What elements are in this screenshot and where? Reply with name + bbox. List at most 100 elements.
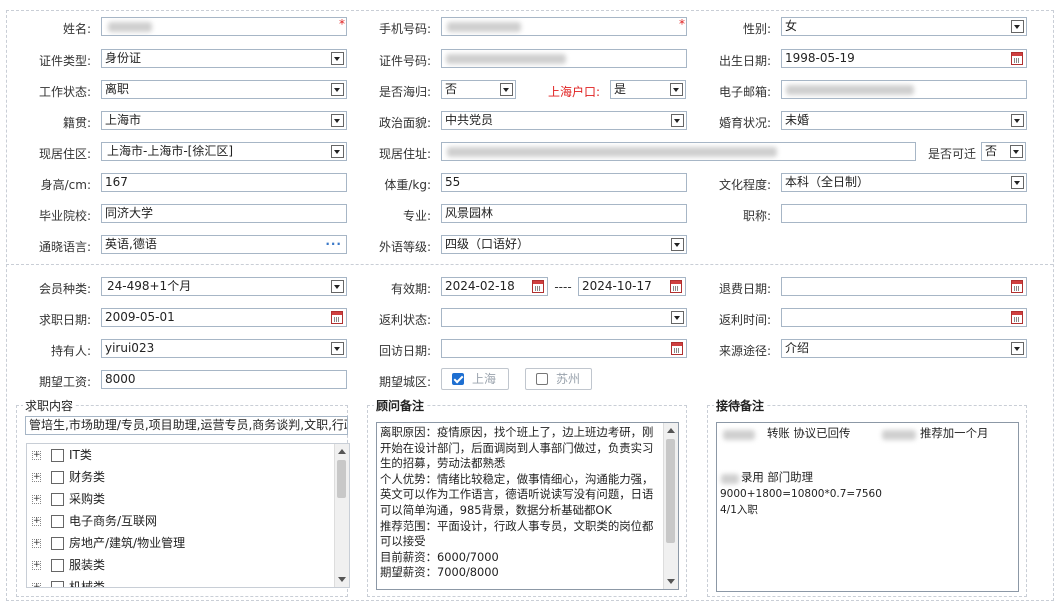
idno-input[interactable] bbox=[441, 49, 687, 68]
school-input[interactable]: 同济大学 bbox=[101, 204, 347, 223]
visit-date-input[interactable] bbox=[441, 339, 687, 358]
title-label: 职称: bbox=[742, 209, 771, 223]
education-select[interactable]: 本科（全日制） bbox=[781, 173, 1027, 192]
job-date-input[interactable]: 2009-05-01 bbox=[101, 308, 347, 327]
checkbox-icon[interactable] bbox=[51, 537, 64, 550]
holder-select[interactable]: yirui023 bbox=[101, 339, 347, 358]
gender-select[interactable]: 女 bbox=[781, 17, 1027, 36]
workstatus-select[interactable]: 离职 bbox=[101, 80, 347, 99]
chevron-down-icon[interactable] bbox=[331, 342, 344, 355]
checkbox-icon[interactable] bbox=[51, 515, 64, 528]
calendar-icon[interactable] bbox=[1011, 280, 1023, 293]
residence-area-select[interactable]: 上海市-上海市-[徐汇区] bbox=[101, 142, 347, 161]
hukou-label: 上海户口: bbox=[547, 85, 600, 99]
required-mark: * bbox=[679, 17, 685, 31]
language-level-select[interactable]: 四级（口语好） bbox=[441, 235, 687, 254]
calendar-icon[interactable] bbox=[532, 280, 544, 293]
language-level-label: 外语等级: bbox=[378, 240, 431, 254]
returnee-select[interactable]: 否 bbox=[441, 80, 516, 99]
city-option-suzhou[interactable]: 苏州 bbox=[525, 368, 592, 390]
major-input[interactable]: 风景园林 bbox=[441, 204, 687, 223]
chevron-down-icon[interactable] bbox=[671, 238, 684, 251]
scroll-thumb[interactable] bbox=[337, 460, 346, 498]
calendar-icon[interactable] bbox=[331, 311, 343, 324]
job-content-title: 求职内容 bbox=[23, 397, 76, 414]
checkbox-checked-icon[interactable] bbox=[452, 373, 464, 385]
salary-input[interactable]: 8000 bbox=[101, 370, 347, 389]
calendar-icon[interactable] bbox=[1011, 311, 1023, 324]
rebate-status-select[interactable] bbox=[441, 308, 687, 327]
expand-icon[interactable]: + bbox=[32, 539, 41, 548]
reception-note-textarea[interactable]: 转账 协议已回传 推荐加一个月 录用 部门助理 9000+1800=10800*… bbox=[716, 422, 1019, 592]
chevron-down-icon[interactable] bbox=[331, 83, 344, 96]
calendar-icon[interactable] bbox=[671, 342, 683, 355]
expand-icon[interactable]: + bbox=[32, 473, 41, 482]
advisor-note-textarea[interactable]: 离职原因：疫情原因，找个班上了，边上班边考研，刚开始在设计部门，后面调岗到人事部… bbox=[376, 422, 679, 590]
chevron-down-icon[interactable] bbox=[1011, 176, 1024, 189]
marital-select[interactable]: 未婚 bbox=[781, 111, 1027, 130]
source-select[interactable]: 介绍 bbox=[781, 339, 1027, 358]
chevron-down-icon[interactable] bbox=[671, 311, 684, 324]
address-input[interactable] bbox=[441, 142, 916, 161]
scroll-up-icon[interactable] bbox=[667, 428, 675, 433]
native-label: 籍贯: bbox=[62, 116, 91, 130]
scroll-up-icon[interactable] bbox=[338, 449, 346, 454]
workstatus-label: 工作状态: bbox=[38, 85, 91, 99]
refund-date-input[interactable] bbox=[781, 277, 1027, 296]
birth-date-input[interactable]: 1998-05-19 bbox=[781, 49, 1027, 68]
chevron-down-icon[interactable] bbox=[500, 83, 513, 96]
advisor-note-scrollbar[interactable] bbox=[663, 423, 678, 589]
valid-from-input[interactable]: 2024-02-18 bbox=[441, 277, 548, 296]
height-input[interactable]: 167 bbox=[101, 173, 347, 192]
language-input[interactable]: 英语,德语 ··· bbox=[101, 235, 347, 254]
chevron-down-icon[interactable] bbox=[1011, 114, 1024, 127]
relocate-select[interactable]: 否 bbox=[981, 142, 1026, 161]
phone-input[interactable]: * bbox=[441, 17, 687, 36]
member-type-select[interactable]: 24-498+1个月 bbox=[101, 277, 347, 296]
checkbox-icon[interactable] bbox=[51, 471, 64, 484]
expand-icon[interactable]: + bbox=[32, 583, 41, 587]
chevron-down-icon[interactable] bbox=[331, 114, 344, 127]
idtype-select[interactable]: 身份证 bbox=[101, 49, 347, 68]
expand-icon[interactable]: + bbox=[32, 517, 41, 526]
tree-scrollbar[interactable] bbox=[334, 444, 349, 587]
calendar-icon[interactable] bbox=[1011, 52, 1023, 65]
checkbox-icon[interactable] bbox=[51, 449, 64, 462]
name-input[interactable]: * bbox=[101, 17, 347, 36]
political-select[interactable]: 中共党员 bbox=[441, 111, 687, 130]
chevron-down-icon[interactable] bbox=[331, 280, 344, 293]
expand-icon[interactable]: + bbox=[32, 495, 41, 504]
checkbox-icon[interactable] bbox=[51, 493, 64, 506]
required-mark: * bbox=[339, 17, 345, 31]
rebate-time-input[interactable] bbox=[781, 308, 1027, 327]
chevron-down-icon[interactable] bbox=[670, 83, 683, 96]
scroll-down-icon[interactable] bbox=[338, 577, 346, 582]
job-content-summary[interactable]: 管培生,市场助理/专员,项目助理,运营专员,商务谈判,文职,行政 bbox=[25, 416, 348, 435]
weight-input[interactable]: 55 bbox=[441, 173, 687, 192]
chevron-down-icon[interactable] bbox=[1010, 145, 1023, 158]
chevron-down-icon[interactable] bbox=[331, 52, 344, 65]
more-icon[interactable]: ··· bbox=[325, 238, 342, 250]
chevron-down-icon[interactable] bbox=[1011, 20, 1024, 33]
chevron-down-icon[interactable] bbox=[1011, 342, 1024, 355]
calendar-icon[interactable] bbox=[670, 280, 682, 293]
language-label: 通晓语言: bbox=[38, 240, 91, 254]
title-input[interactable] bbox=[781, 204, 1027, 223]
checkbox-icon[interactable] bbox=[51, 581, 64, 587]
chevron-down-icon[interactable] bbox=[671, 114, 684, 127]
checkbox-icon[interactable] bbox=[51, 559, 64, 572]
scroll-thumb[interactable] bbox=[666, 439, 675, 543]
native-select[interactable]: 上海市 bbox=[101, 111, 347, 130]
relocate-label: 是否可迁 bbox=[927, 147, 976, 161]
expand-icon[interactable]: + bbox=[32, 451, 41, 460]
scroll-down-icon[interactable] bbox=[667, 579, 675, 584]
expand-icon[interactable]: + bbox=[32, 561, 41, 570]
chevron-down-icon[interactable] bbox=[331, 145, 344, 158]
job-date-label: 求职日期: bbox=[38, 313, 91, 327]
hukou-select[interactable]: 是 bbox=[610, 80, 686, 99]
email-input[interactable] bbox=[781, 80, 1027, 99]
valid-to-input[interactable]: 2024-10-17 bbox=[578, 277, 686, 296]
height-label: 身高/cm: bbox=[40, 178, 91, 192]
city-option-shanghai[interactable]: 上海 bbox=[441, 368, 509, 390]
checkbox-icon[interactable] bbox=[536, 373, 548, 385]
